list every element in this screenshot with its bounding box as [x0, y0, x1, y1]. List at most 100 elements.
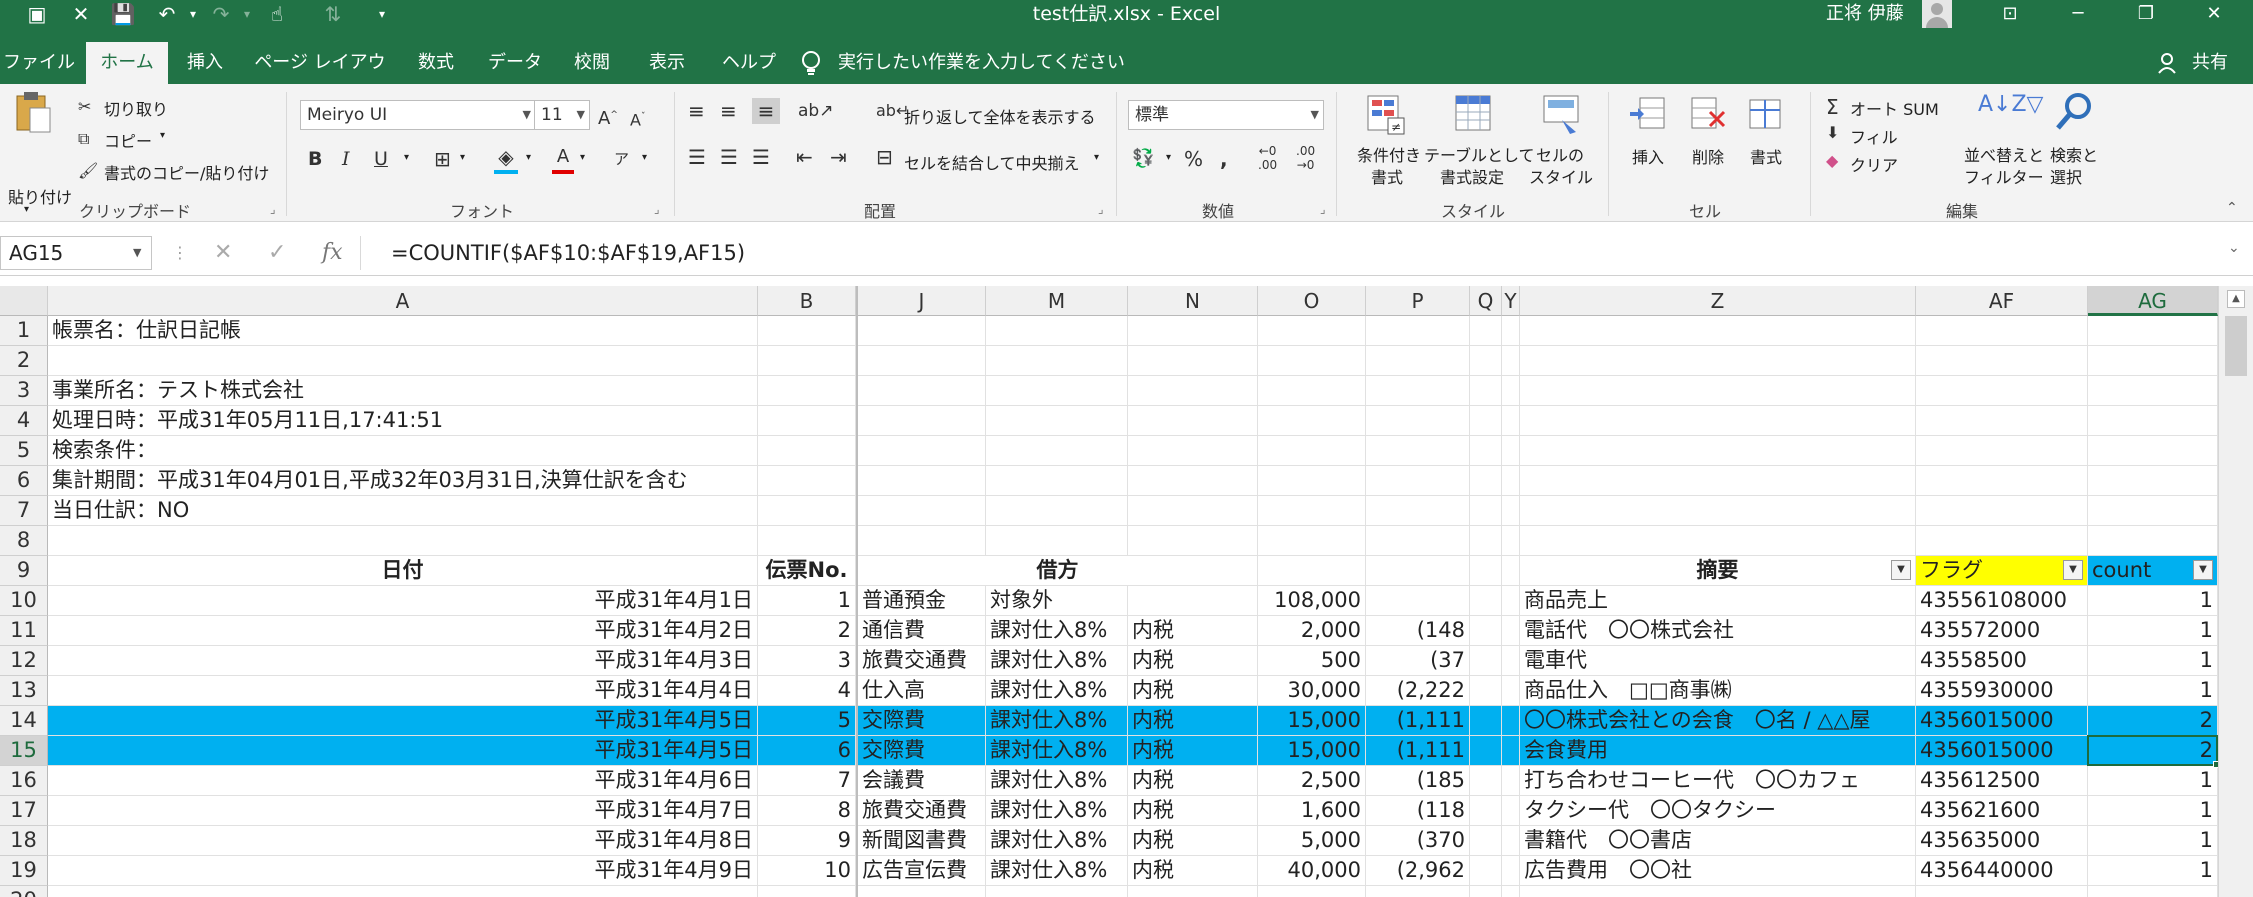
- table-cell-account[interactable]: 交際費: [858, 736, 986, 766]
- autosum-button[interactable]: オート SUM: [1850, 96, 1939, 120]
- row-header-5[interactable]: 5: [0, 436, 48, 466]
- cell[interactable]: [1366, 496, 1470, 526]
- table-cell-memo[interactable]: 商品仕入 □□商事㈱: [1520, 676, 1916, 706]
- cell[interactable]: [1916, 466, 2088, 496]
- cell[interactable]: [986, 346, 1128, 376]
- cell[interactable]: [1502, 646, 1520, 676]
- cut-button[interactable]: 切り取り: [104, 96, 168, 120]
- cancel-icon[interactable]: ✕: [214, 236, 232, 270]
- cell[interactable]: [858, 526, 986, 556]
- format-cells-button[interactable]: 書式: [1750, 144, 1782, 168]
- row-header-15[interactable]: 15: [0, 736, 48, 766]
- cell[interactable]: [758, 466, 856, 496]
- decrease-decimal-icon[interactable]: .00 →0: [1296, 144, 1315, 172]
- table-cell-date[interactable]: 平成31年4月5日: [48, 706, 758, 736]
- accounting-dropdown-icon[interactable]: ▾: [1166, 152, 1171, 163]
- cell[interactable]: [1258, 526, 1366, 556]
- cell[interactable]: [2088, 436, 2218, 466]
- table-cell-amount[interactable]: 108,000: [1258, 586, 1366, 616]
- info-cell-a2[interactable]: [48, 346, 758, 376]
- info-cell-a5[interactable]: 検索条件：: [48, 436, 758, 466]
- cell[interactable]: [1128, 406, 1258, 436]
- cell[interactable]: [1520, 316, 1916, 346]
- cell[interactable]: [1502, 676, 1520, 706]
- wrap-text-button[interactable]: 折り返して全体を表示する: [904, 104, 1096, 128]
- cell[interactable]: [758, 346, 856, 376]
- table-cell-no[interactable]: 7: [758, 766, 856, 796]
- table-cell-incl[interactable]: 内税: [1128, 856, 1258, 886]
- table-cell-account[interactable]: 広告宣伝費: [858, 856, 986, 886]
- filter-dropdown-icon[interactable]: ▼: [1891, 560, 1911, 580]
- row-header-7[interactable]: 7: [0, 496, 48, 526]
- orientation-icon[interactable]: ab↗: [798, 98, 833, 124]
- cell[interactable]: [1520, 526, 1916, 556]
- cell[interactable]: [2088, 376, 2218, 406]
- row-header-17[interactable]: 17: [0, 796, 48, 826]
- number-format-select[interactable]: 標準 ▼: [1128, 100, 1324, 130]
- info-cell-a7[interactable]: 当日仕訳：NO: [48, 496, 758, 526]
- align-middle-icon[interactable]: ≡: [720, 98, 737, 124]
- table-cell-count[interactable]: 1: [2088, 766, 2218, 796]
- cell[interactable]: [1366, 526, 1470, 556]
- header-debit[interactable]: 借方: [858, 556, 1258, 586]
- table-cell-account[interactable]: 新聞図書費: [858, 826, 986, 856]
- cell[interactable]: [1258, 346, 1366, 376]
- table-cell-empty[interactable]: [1470, 736, 1502, 766]
- table-cell-tax[interactable]: 課対仕入8%: [986, 616, 1128, 646]
- avatar[interactable]: [1922, 0, 1952, 28]
- fill-color-icon[interactable]: ◈: [494, 144, 518, 174]
- cell[interactable]: [1502, 796, 1520, 826]
- format-cells-icon[interactable]: [1746, 94, 1786, 134]
- cell[interactable]: [1128, 496, 1258, 526]
- table-cell-taxamt[interactable]: (185: [1366, 766, 1470, 796]
- clipboard-launcher-icon[interactable]: ⌟: [270, 202, 276, 216]
- table-cell-no[interactable]: 2: [758, 616, 856, 646]
- cell[interactable]: [986, 886, 1128, 897]
- cell[interactable]: [1916, 886, 2088, 897]
- table-cell-incl[interactable]: 内税: [1128, 676, 1258, 706]
- cell[interactable]: [1366, 406, 1470, 436]
- align-left-icon[interactable]: ☰: [688, 144, 706, 170]
- clear-button[interactable]: クリア: [1850, 152, 1898, 176]
- collapse-ribbon-icon[interactable]: ⌃: [2226, 200, 2238, 216]
- cell[interactable]: [986, 436, 1128, 466]
- cell[interactable]: [858, 466, 986, 496]
- tab-insert[interactable]: 挿入: [176, 42, 234, 84]
- increase-font-icon[interactable]: A^: [598, 102, 618, 132]
- save-icon[interactable]: 💾: [108, 0, 138, 28]
- user-name[interactable]: 正将 伊藤: [1826, 0, 1904, 28]
- fill-color-dropdown-icon[interactable]: ▾: [526, 152, 531, 163]
- table-cell-incl[interactable]: 内税: [1128, 766, 1258, 796]
- autosave-icon[interactable]: ▣: [22, 0, 52, 28]
- cell[interactable]: [1258, 406, 1366, 436]
- delete-cells-button[interactable]: 削除: [1692, 144, 1724, 168]
- cell[interactable]: [1916, 406, 2088, 436]
- cell[interactable]: [2088, 316, 2218, 346]
- table-cell-flag[interactable]: 4356015000: [1916, 706, 2088, 736]
- filter-dropdown-icon[interactable]: ▼: [2063, 560, 2083, 580]
- table-cell-taxamt[interactable]: (37: [1366, 646, 1470, 676]
- table-cell-no[interactable]: 4: [758, 676, 856, 706]
- font-color-icon[interactable]: A: [552, 144, 574, 174]
- copy-icon[interactable]: ⧉: [78, 126, 89, 152]
- cell[interactable]: [1128, 346, 1258, 376]
- find-select-label-2[interactable]: 選択: [2050, 164, 2082, 188]
- accounting-format-icon[interactable]: 💱: [1132, 146, 1154, 172]
- table-cell-date[interactable]: 平成31年4月3日: [48, 646, 758, 676]
- restore-icon[interactable]: ❐: [2117, 0, 2175, 28]
- cell[interactable]: [1470, 526, 1502, 556]
- cell[interactable]: [1470, 406, 1502, 436]
- table-cell-date[interactable]: 平成31年4月2日: [48, 616, 758, 646]
- align-right-icon[interactable]: ☰: [752, 144, 770, 170]
- underline-dropdown-icon[interactable]: ▾: [404, 152, 409, 163]
- header-date[interactable]: 日付: [48, 556, 758, 586]
- cell[interactable]: [1502, 766, 1520, 796]
- table-cell-amount[interactable]: 40,000: [1258, 856, 1366, 886]
- tab-help[interactable]: ヘルプ: [714, 42, 784, 84]
- table-cell-memo[interactable]: 広告費用 〇〇社: [1520, 856, 1916, 886]
- cell[interactable]: [1366, 556, 1470, 586]
- row-header-9[interactable]: 9: [0, 556, 48, 586]
- ribbon-display-icon[interactable]: ⊡: [1981, 0, 2039, 28]
- table-cell-memo[interactable]: タクシー代 〇〇タクシー: [1520, 796, 1916, 826]
- insert-cells-button[interactable]: 挿入: [1632, 144, 1664, 168]
